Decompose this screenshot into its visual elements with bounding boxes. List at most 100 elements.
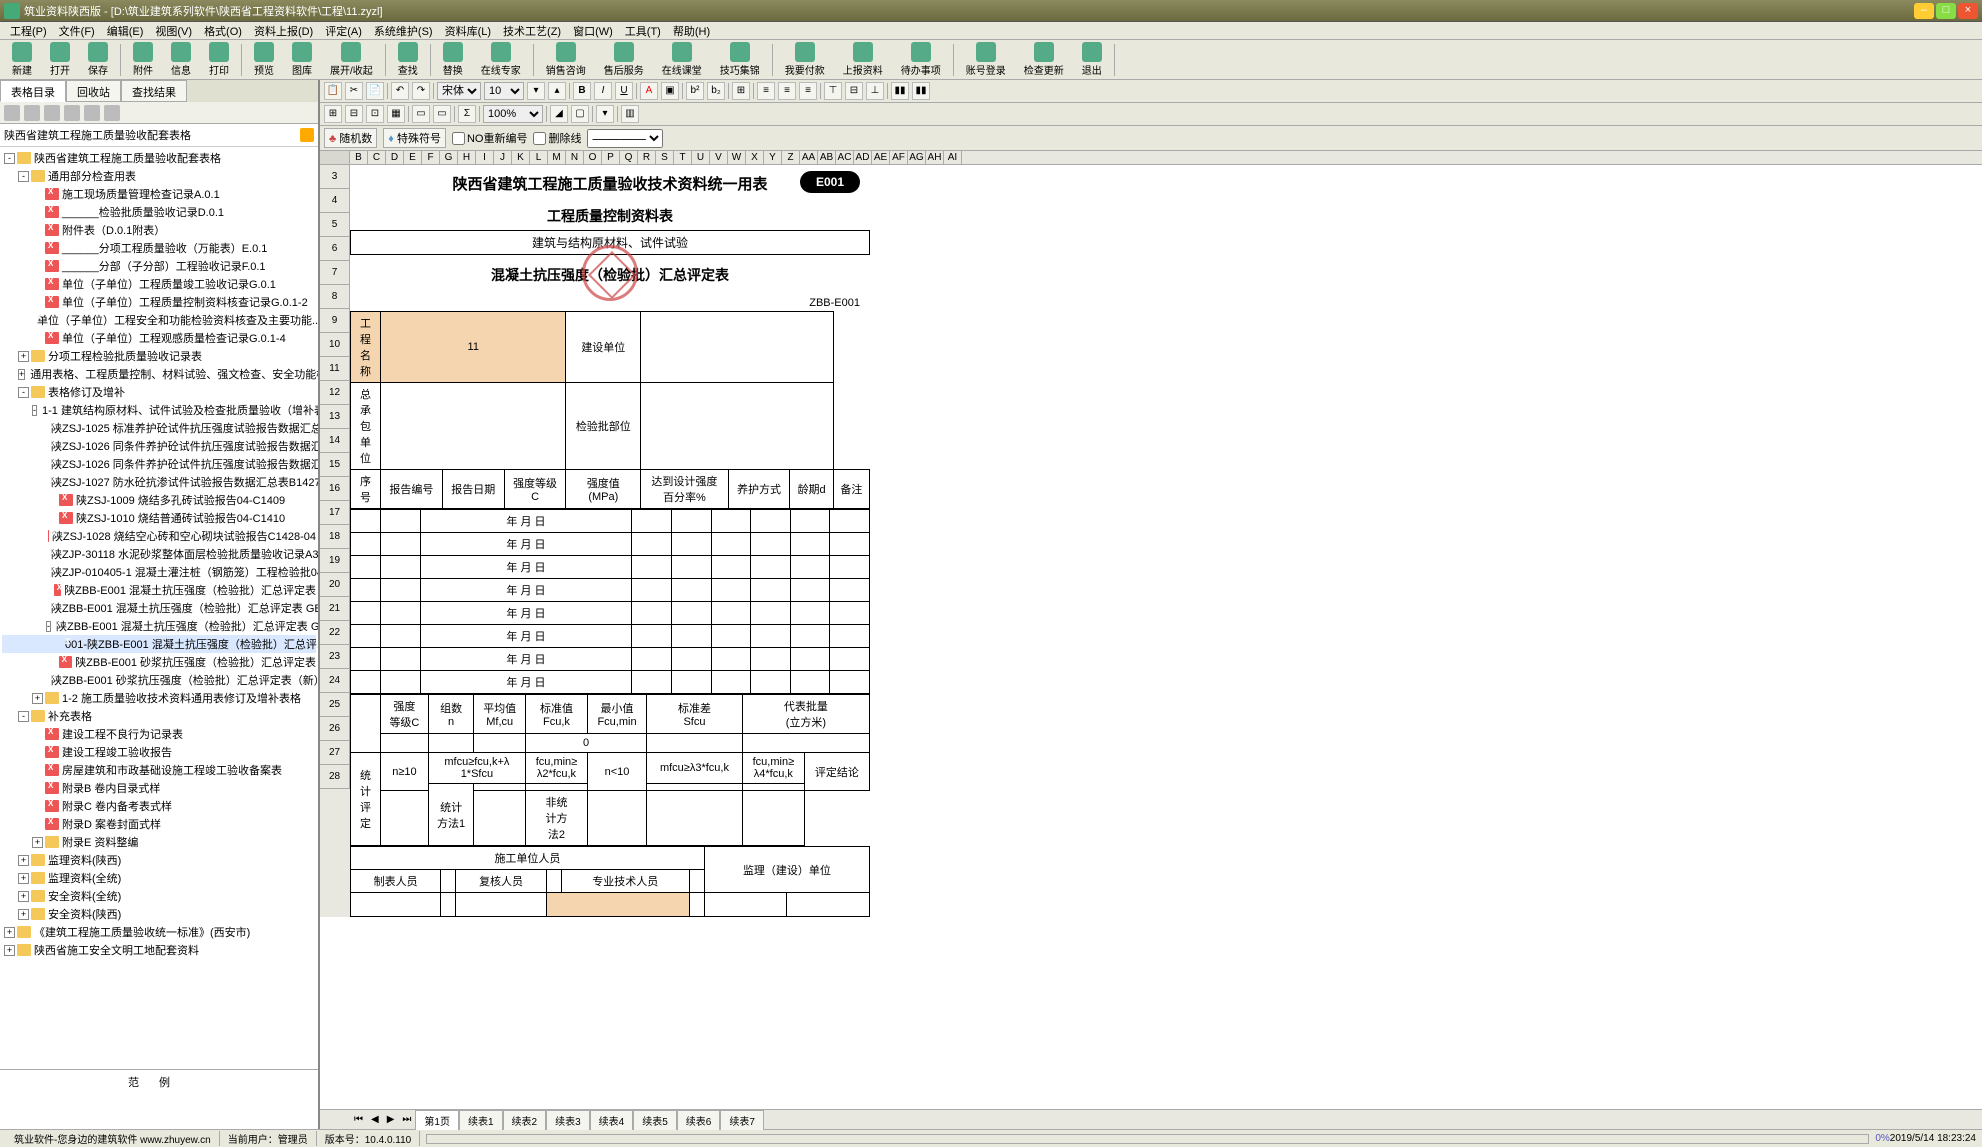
tree-node[interactable]: +监理资料(陕西): [2, 851, 316, 869]
col-header[interactable]: T: [674, 151, 692, 164]
data-cell[interactable]: [790, 671, 830, 694]
minimize-button[interactable]: –: [1914, 3, 1934, 19]
tree-node[interactable]: -1-1 建筑结构原材料、试件试验及检查批质量验收（增补表）: [2, 401, 316, 419]
toolbar-技巧集锦[interactable]: 技巧集锦: [712, 40, 768, 79]
tab-nav-next[interactable]: ▶: [383, 1114, 399, 1125]
col-header[interactable]: AB: [818, 151, 836, 164]
grid-btn-2[interactable]: ⊟: [345, 105, 363, 123]
data-cell[interactable]: [632, 625, 672, 648]
cell-build-unit[interactable]: [641, 312, 834, 383]
col-header[interactable]: Z: [782, 151, 800, 164]
cell-batch-part[interactable]: [641, 383, 834, 470]
row-header[interactable]: 9: [320, 309, 350, 333]
form-sign-table[interactable]: 施工单位人员 监理（建设）单位 制表人员 复核人员 专业技术人员: [350, 846, 870, 917]
data-cell[interactable]: [751, 602, 791, 625]
grid-btn-1[interactable]: ⊞: [324, 105, 342, 123]
tree-node[interactable]: -表格修订及增补: [2, 383, 316, 401]
col-header[interactable]: K: [512, 151, 530, 164]
col-header[interactable]: I: [476, 151, 494, 164]
toolbar-图库[interactable]: 图库: [284, 40, 320, 79]
grid-btn-4[interactable]: ▦: [387, 105, 405, 123]
tree-tool-3[interactable]: [44, 105, 60, 121]
row-header[interactable]: 4: [320, 189, 350, 213]
sheet-tab[interactable]: 续表5: [633, 1110, 677, 1130]
tree-node[interactable]: +1-2 施工质量验收技术资料通用表修订及增补表格: [2, 689, 316, 707]
form-data-table[interactable]: 年 月 日年 月 日年 月 日年 月 日年 月 日年 月 日年 月 日年 月 日: [350, 509, 870, 694]
tree-node[interactable]: 附件表（D.0.1附表）: [2, 221, 316, 239]
tree-node[interactable]: 单位（子单位）工程质量竣工验收记录G.0.1: [2, 275, 316, 293]
ins-row-button[interactable]: ▭: [412, 105, 430, 123]
data-cell[interactable]: 年 月 日: [420, 602, 632, 625]
col-header[interactable]: [320, 151, 350, 164]
menu-item[interactable]: 帮助(H): [667, 23, 716, 39]
tree-node[interactable]: 单位（子单位）工程观感质量检查记录G.0.1-4: [2, 329, 316, 347]
col-header[interactable]: L: [530, 151, 548, 164]
data-cell[interactable]: [351, 579, 381, 602]
sheet-tab[interactable]: 续表2: [503, 1110, 547, 1130]
data-cell[interactable]: [830, 556, 870, 579]
left-tab[interactable]: 查找结果: [121, 80, 187, 102]
tree-node[interactable]: 陕ZSJ-1025 标准养护砼试件抗压强度试验报告数据汇总...: [2, 419, 316, 437]
left-tab[interactable]: 回收站: [66, 80, 121, 102]
data-cell[interactable]: [351, 556, 381, 579]
data-cell[interactable]: [351, 510, 381, 533]
col-header[interactable]: H: [458, 151, 476, 164]
form-info-table[interactable]: 工程名称 11 建设单位 总承包单位 检验批部位: [350, 311, 870, 509]
tree-node[interactable]: 单位（子单位）工程质量控制资料核查记录G.0.1-2: [2, 293, 316, 311]
italic-button[interactable]: I: [594, 82, 612, 100]
tree-node[interactable]: -补充表格: [2, 707, 316, 725]
expand-icon[interactable]: [46, 657, 57, 668]
data-cell[interactable]: [351, 602, 381, 625]
menu-item[interactable]: 评定(A): [319, 23, 368, 39]
tab-nav-prev[interactable]: ◀: [367, 1114, 383, 1125]
data-cell[interactable]: [381, 602, 421, 625]
font-select[interactable]: 宋体: [437, 82, 481, 100]
data-cell[interactable]: [830, 625, 870, 648]
col-header[interactable]: AD: [854, 151, 872, 164]
sheet-tab[interactable]: 续表4: [590, 1110, 634, 1130]
col-header[interactable]: E: [404, 151, 422, 164]
tree-node[interactable]: +附录E 资料整编: [2, 833, 316, 851]
tree-node[interactable]: ______检验批质量验收记录D.0.1: [2, 203, 316, 221]
copy-button[interactable]: 📋: [324, 82, 342, 100]
col-header[interactable]: Y: [764, 151, 782, 164]
data-cell[interactable]: [632, 602, 672, 625]
col-header[interactable]: W: [728, 151, 746, 164]
underline-button[interactable]: U: [615, 82, 633, 100]
toolbar-上报资料[interactable]: 上报资料: [835, 40, 891, 79]
zoom-select[interactable]: 100%: [483, 105, 543, 123]
tree-node[interactable]: 施工现场质量管理检查记录A.0.1: [2, 185, 316, 203]
data-cell[interactable]: [381, 648, 421, 671]
data-cell[interactable]: [711, 648, 751, 671]
bold-button[interactable]: B: [573, 82, 591, 100]
menu-item[interactable]: 编辑(E): [101, 23, 150, 39]
data-cell[interactable]: [711, 510, 751, 533]
toolbar-打开[interactable]: 打开: [42, 40, 78, 79]
col-header[interactable]: N: [566, 151, 584, 164]
shape-1-button[interactable]: ◢: [550, 105, 568, 123]
tree-view[interactable]: -陕西省建筑工程施工质量验收配套表格-通用部分检查用表施工现场质量管理检查记录A…: [0, 147, 318, 1069]
toolbar-在线课堂[interactable]: 在线课堂: [654, 40, 710, 79]
data-cell[interactable]: [632, 671, 672, 694]
tree-node[interactable]: 建设工程竣工验收报告: [2, 743, 316, 761]
expand-icon[interactable]: [46, 585, 52, 596]
data-cell[interactable]: 年 月 日: [420, 556, 632, 579]
data-cell[interactable]: [830, 510, 870, 533]
data-cell[interactable]: [830, 533, 870, 556]
spreadsheet-area[interactable]: BCDEFGHIJKLMNOPQRSTUVWXYZAAABACADAEAFAGA…: [320, 151, 1982, 1109]
data-cell[interactable]: [351, 671, 381, 694]
data-cell[interactable]: [790, 648, 830, 671]
expand-icon[interactable]: -: [4, 153, 15, 164]
toolbar-检查更新[interactable]: 检查更新: [1016, 40, 1072, 79]
tree-node[interactable]: 陕ZSJ-1027 防水砼抗渗试件试验报告数据汇总表B1427-...: [2, 473, 316, 491]
toolbar-新建[interactable]: 新建: [4, 40, 40, 79]
data-cell[interactable]: [751, 579, 791, 602]
sheet-tab[interactable]: 续表1: [459, 1110, 503, 1130]
tree-node[interactable]: 单位（子单位）工程安全和功能检验资料核查及主要功能...: [2, 311, 316, 329]
chart-button[interactable]: ▥: [621, 105, 639, 123]
expand-icon[interactable]: +: [18, 855, 29, 866]
row-header[interactable]: 18: [320, 525, 350, 549]
sign-peach-cell[interactable]: [546, 893, 689, 917]
data-cell[interactable]: [711, 579, 751, 602]
left-tab[interactable]: 表格目录: [0, 80, 66, 102]
